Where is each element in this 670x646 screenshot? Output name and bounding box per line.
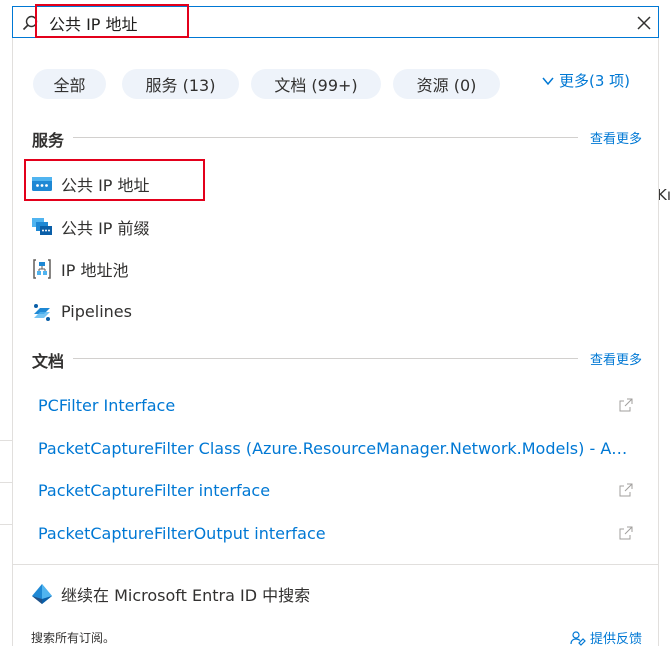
external-link-icon [619, 526, 633, 540]
service-item-label: 公共 IP 地址 [61, 176, 150, 195]
filter-docs[interactable]: 文档 (99+) [251, 69, 381, 99]
feedback-label: 提供反馈 [589, 632, 642, 646]
doc-item[interactable]: PacketCaptureFilter Class (Azure.Resourc… [38, 434, 634, 462]
ip-address-pool-icon [33, 259, 51, 279]
more-filters-label: 更多(3 项) [559, 72, 631, 90]
doc-item-label: PacketCaptureFilter interface [38, 480, 271, 500]
footer-divider [13, 564, 658, 565]
filter-all[interactable]: 全部 [33, 69, 106, 99]
chevron-down-icon [542, 77, 554, 85]
entra-id-icon [32, 584, 52, 604]
doc-item-label: PCFilter Interface [38, 395, 176, 415]
doc-item[interactable]: PacketCaptureFilter interface [38, 476, 634, 504]
pipelines-icon [34, 304, 50, 321]
service-item-label: IP 地址池 [61, 261, 129, 280]
services-heading: 服务 [32, 131, 65, 150]
service-item-label: Pipelines [61, 301, 132, 321]
docs-divider [73, 358, 578, 359]
search-results-panel: 全部 服务 (13) 文档 (99+) 资源 (0) 更多(3 项) 服务 查看… [12, 38, 659, 646]
service-item-label: 公共 IP 前缀 [61, 219, 150, 238]
doc-item-label: PacketCaptureFilter Class (Azure.Resourc… [38, 438, 634, 458]
doc-item[interactable]: PacketCaptureFilterOutput interface [38, 519, 634, 547]
close-icon[interactable] [634, 13, 654, 33]
entra-search-label: 继续在 Microsoft Entra ID 中搜索 [61, 586, 311, 605]
service-item-ip-address-pool[interactable]: IP 地址池 [31, 254, 431, 284]
search-bar[interactable]: 公共 IP 地址 [12, 6, 659, 38]
background-divider [0, 524, 12, 525]
external-link-icon [619, 483, 633, 497]
more-filters-button[interactable]: 更多(3 项) [541, 70, 630, 91]
docs-heading: 文档 [32, 352, 65, 371]
services-see-more-link[interactable]: 查看更多 [590, 128, 642, 147]
feedback-icon [570, 630, 586, 646]
public-ip-address-icon [32, 177, 52, 191]
filter-services[interactable]: 服务 (13) [122, 69, 239, 99]
feedback-link[interactable]: 提供反馈 [570, 628, 642, 646]
search-input[interactable]: 公共 IP 地址 [49, 11, 138, 35]
search-icon [22, 15, 38, 31]
filter-resources[interactable]: 资源 (0) [393, 69, 500, 99]
docs-see-more-link[interactable]: 查看更多 [590, 349, 642, 368]
services-divider [73, 137, 578, 138]
background-divider [0, 440, 12, 441]
subscription-note: 搜索所有订阅。 [31, 631, 116, 645]
service-item-pipelines[interactable]: Pipelines [31, 296, 431, 326]
external-link-icon [619, 398, 633, 412]
background-divider [0, 482, 12, 483]
service-item-public-ip-prefix[interactable]: 公共 IP 前缀 [31, 212, 431, 242]
doc-item[interactable]: PCFilter Interface [38, 391, 634, 419]
entra-search-link[interactable]: 继续在 Microsoft Entra ID 中搜索 [31, 581, 310, 607]
public-ip-prefix-icon [32, 218, 52, 235]
service-item-public-ip-address[interactable]: 公共 IP 地址 [31, 169, 431, 199]
doc-item-label: PacketCaptureFilterOutput interface [38, 523, 326, 543]
